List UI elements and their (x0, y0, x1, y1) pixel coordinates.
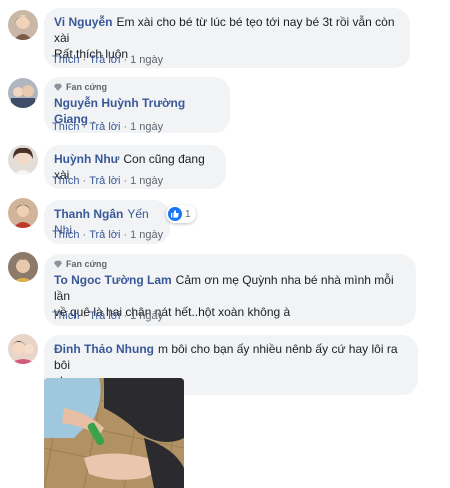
timestamp[interactable]: 1 ngày (130, 121, 163, 133)
avatar[interactable] (8, 334, 38, 364)
author-name[interactable]: Thanh Ngân (54, 207, 123, 221)
diamond-icon (54, 83, 62, 91)
reply-link[interactable]: Trả lời (89, 310, 120, 322)
comment-actions: Thích · Trả lời · 1 ngày (52, 175, 164, 187)
fan-badge: Fan cứng (54, 258, 406, 270)
comment-actions: Thích · Trả lời · 1 ngày (52, 310, 164, 322)
comment-actions: Thích · Trả lời · 1 ngày (52, 121, 164, 133)
reply-link[interactable]: Trả lời (89, 175, 120, 187)
author-name[interactable]: Đinh Thảo Nhung (54, 342, 154, 356)
avatar[interactable] (8, 198, 38, 228)
reply-link[interactable]: Trả lời (89, 54, 120, 66)
avatar[interactable] (8, 78, 38, 108)
comment-actions: Thích · Trả lời · 1 ngày (52, 229, 164, 241)
fan-badge-label: Fan cứng (66, 82, 108, 92)
avatar[interactable] (8, 145, 38, 175)
reaction-count[interactable]: 1 (166, 205, 196, 223)
avatar[interactable] (8, 252, 38, 282)
timestamp[interactable]: 1 ngày (130, 310, 163, 322)
thumbs-up-icon (168, 207, 182, 221)
reaction-count-label: 1 (185, 208, 191, 220)
like-link[interactable]: Thích (52, 175, 80, 187)
comment-photo[interactable] (44, 378, 184, 488)
author-name[interactable]: Vi Nguyễn (54, 15, 112, 29)
fan-badge-label: Fan cứng (66, 259, 108, 269)
avatar[interactable] (8, 10, 38, 40)
like-link[interactable]: Thích (52, 229, 80, 241)
reply-link[interactable]: Trả lời (89, 121, 120, 133)
author-name[interactable]: To Ngoc Tường Lam (54, 273, 172, 287)
timestamp[interactable]: 1 ngày (130, 229, 163, 241)
timestamp[interactable]: 1 ngày (130, 175, 163, 187)
comment-actions: Thích · Trả lời · 1 ngày (52, 54, 164, 66)
author-name[interactable]: Huỳnh Như (54, 152, 119, 166)
like-link[interactable]: Thích (52, 54, 80, 66)
diamond-icon (54, 260, 62, 268)
like-link[interactable]: Thích (52, 310, 80, 322)
reply-link[interactable]: Trả lời (89, 229, 120, 241)
timestamp[interactable]: 1 ngày (130, 54, 163, 66)
like-link[interactable]: Thích (52, 121, 80, 133)
fan-badge: Fan cứng (54, 81, 220, 93)
